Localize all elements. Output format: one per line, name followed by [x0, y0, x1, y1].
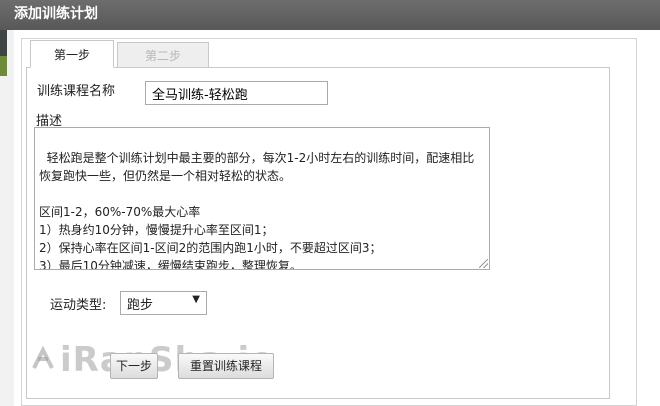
- description-textarea[interactable]: 轻松跑是整个训练计划中最主要的部分，每次1-2小时左右的训练时间，配速相比恢复跑…: [34, 127, 490, 270]
- resize-handle[interactable]: [479, 259, 488, 268]
- left-strip: [0, 30, 14, 406]
- sport-type-select[interactable]: 跑步 ▼: [120, 291, 207, 315]
- sport-type-label: 运动类型:: [50, 298, 107, 313]
- course-name-input[interactable]: [145, 81, 328, 105]
- background-edge: [0, 30, 7, 56]
- tab-step-one[interactable]: 第一步: [30, 40, 114, 68]
- next-step-button[interactable]: 下一步: [110, 353, 158, 379]
- tab-step-two[interactable]: 第二步: [117, 42, 209, 68]
- course-name-label: 训练课程名称: [37, 84, 116, 99]
- dropdown-arrow-icon: ▼: [192, 294, 200, 305]
- dialog-title: 添加训练计划: [0, 0, 660, 30]
- description-text: 轻松跑是整个训练计划中最主要的部分，每次1-2小时左右的训练时间，配速相比恢复跑…: [39, 151, 475, 270]
- background-edge-accent: [0, 56, 7, 76]
- reset-course-button[interactable]: 重置训练课程: [178, 353, 274, 379]
- sport-type-value: 跑步: [127, 298, 154, 313]
